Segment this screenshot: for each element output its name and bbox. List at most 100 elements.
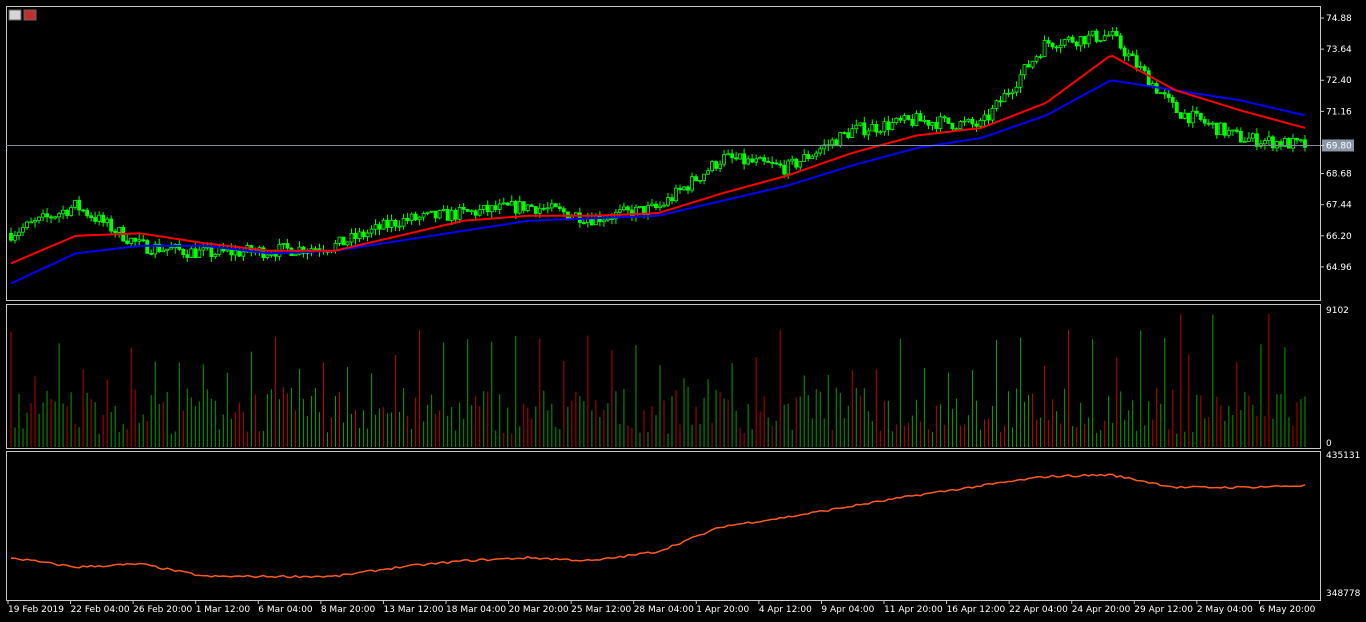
candle: [1162, 92, 1167, 95]
candle: [501, 202, 506, 205]
candle: [718, 163, 722, 169]
time-axis-label: 4 Apr 12:00: [759, 605, 812, 615]
candle: [197, 249, 202, 258]
candle: [770, 162, 775, 164]
candle: [509, 201, 514, 206]
candle: [950, 122, 955, 130]
candle: [161, 249, 166, 253]
ad-panel[interactable]: [6, 451, 1321, 601]
candle: [838, 132, 843, 147]
candle: [485, 204, 490, 213]
candle: [854, 124, 859, 130]
candle: [357, 231, 362, 239]
candle: [818, 148, 823, 154]
candle: [1254, 133, 1259, 147]
candle: [133, 237, 138, 242]
candle: [93, 217, 98, 222]
candle: [966, 118, 971, 122]
candle: [1110, 31, 1115, 36]
candle: [241, 251, 246, 257]
candle: [730, 153, 735, 159]
candle: [954, 128, 959, 131]
candle: [141, 239, 146, 242]
candle: [469, 210, 474, 213]
candle: [858, 122, 863, 126]
candle: [69, 207, 73, 216]
candle: [1102, 35, 1107, 41]
candle: [866, 130, 871, 136]
candle: [742, 153, 747, 165]
candle: [1078, 36, 1083, 47]
candle: [1074, 41, 1079, 47]
candle: [758, 157, 763, 160]
candle: [998, 100, 1003, 103]
candle: [634, 206, 638, 218]
candle: [385, 219, 390, 228]
candle: [602, 219, 606, 223]
candle: [1142, 66, 1147, 72]
candle: [714, 161, 718, 169]
candle: [189, 248, 194, 258]
time-axis-label: 6 May 20:00: [1259, 605, 1315, 615]
candle: [17, 231, 21, 236]
candle: [117, 227, 122, 233]
candle: [830, 139, 835, 146]
candle: [145, 240, 150, 254]
candle: [958, 121, 963, 130]
candle: [273, 253, 278, 257]
candle: [1291, 137, 1295, 149]
candle: [706, 170, 710, 175]
candle: [674, 187, 678, 202]
candle: [489, 205, 494, 213]
candle: [165, 248, 170, 251]
candle: [313, 248, 318, 251]
candle: [265, 254, 270, 259]
candle: [794, 158, 799, 168]
candle: [437, 210, 442, 219]
candle: [541, 207, 546, 210]
candle: [561, 208, 566, 213]
candle: [393, 220, 398, 227]
candle: [365, 232, 370, 238]
chart-window[interactable]: 74.88 73.64 72.40 71.16 69.80 68.68 67.44 66.20…: [0, 0, 1366, 622]
candle: [477, 209, 482, 216]
candle: [934, 122, 939, 129]
candle: [658, 205, 662, 209]
candle: [53, 216, 57, 219]
candle: [970, 118, 975, 125]
candle: [1295, 137, 1299, 141]
time-axis-label: 8 Mar 20:00: [321, 605, 376, 615]
candle: [754, 158, 759, 163]
candle: [37, 216, 41, 221]
candle: [129, 237, 134, 244]
time-axis-label: 22 Feb 04:00: [71, 605, 130, 615]
candle: [481, 204, 486, 210]
candle: [97, 214, 102, 222]
price-axis-label: 64.96: [1326, 263, 1352, 273]
candle: [65, 209, 69, 216]
candle: [890, 122, 895, 130]
candle: [978, 120, 983, 127]
candle: [29, 221, 33, 224]
time-axis-label: 2 May 04:00: [1197, 605, 1253, 615]
candle: [898, 117, 903, 121]
candle: [81, 209, 86, 212]
candle: [89, 215, 94, 218]
candle: [778, 163, 783, 166]
candle: [341, 236, 346, 246]
candle: [1230, 129, 1235, 132]
candle: [397, 225, 402, 228]
candle: [618, 209, 622, 213]
price-axis-label: 66.20: [1326, 232, 1352, 242]
candle: [521, 201, 526, 211]
candle: [1190, 110, 1195, 124]
candle: [433, 210, 438, 219]
candle: [702, 173, 706, 181]
ma-red-line: [10, 55, 1306, 265]
candle: [101, 214, 106, 223]
candle: [125, 240, 130, 244]
candle: [453, 209, 458, 220]
candle: [269, 253, 274, 256]
candle: [1226, 130, 1231, 136]
candle: [766, 160, 771, 163]
